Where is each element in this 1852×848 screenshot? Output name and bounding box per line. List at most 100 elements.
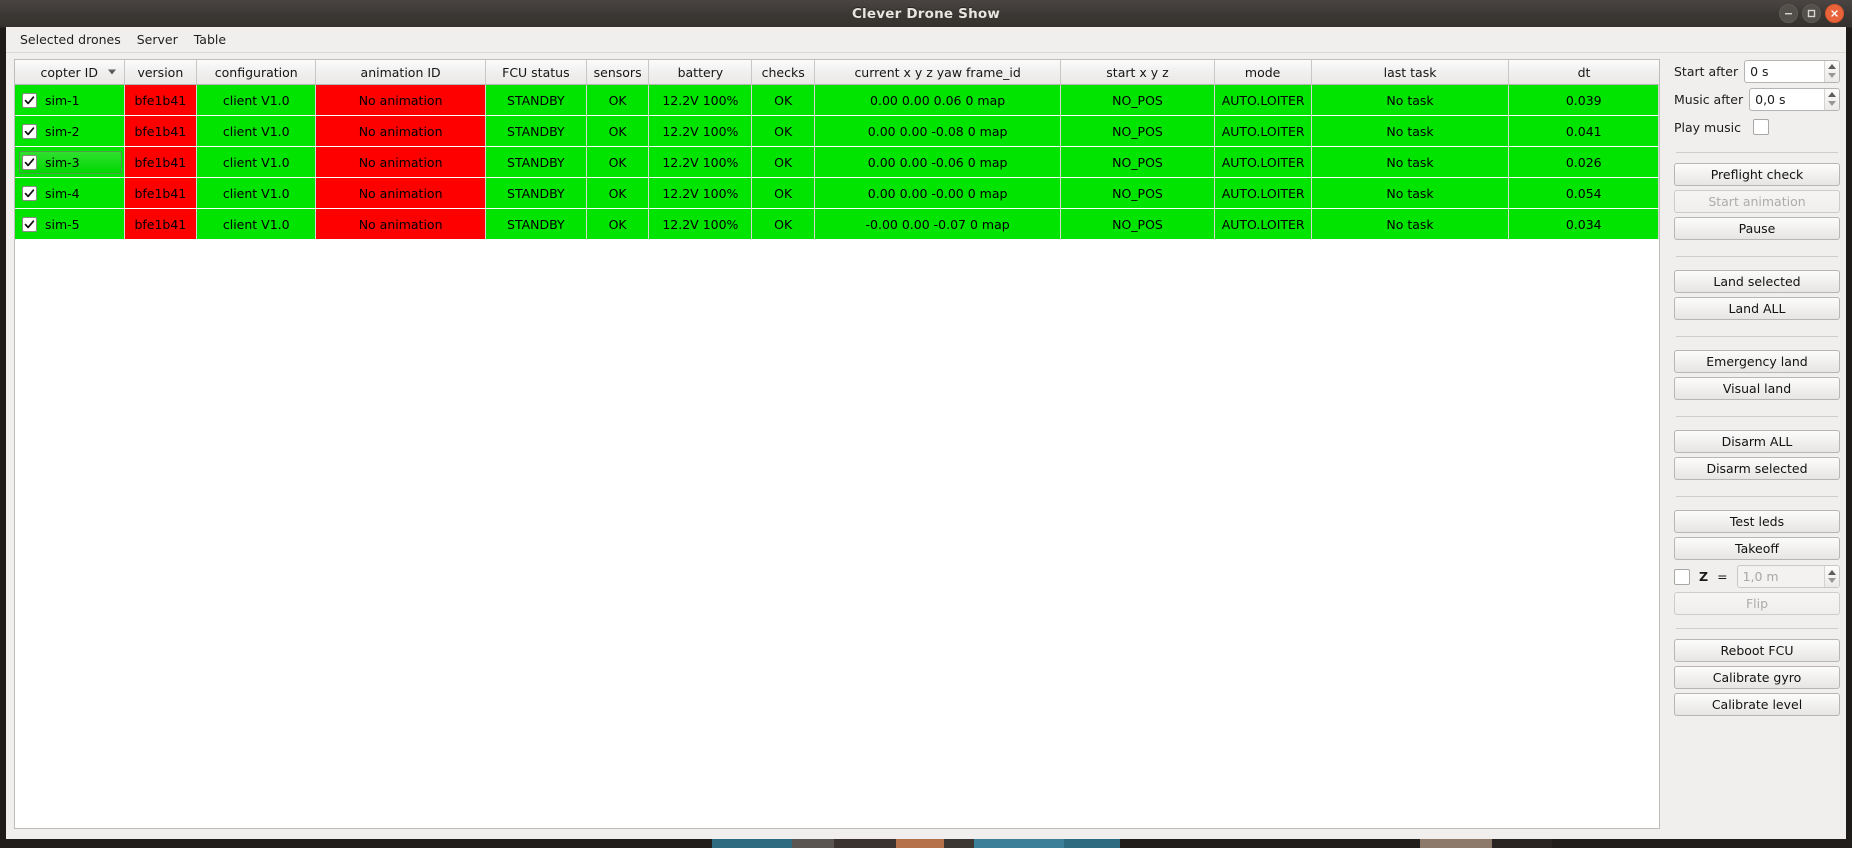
play-music-checkbox[interactable] xyxy=(1753,119,1769,135)
column-header-animation_id[interactable]: animation ID xyxy=(315,60,486,85)
column-header-start[interactable]: start x y z xyxy=(1060,60,1215,85)
cell-start[interactable]: NO_POS xyxy=(1060,115,1215,147)
cell-start[interactable]: NO_POS xyxy=(1060,146,1215,178)
minimize-icon[interactable] xyxy=(1779,4,1798,23)
cell-checks[interactable]: OK xyxy=(751,208,815,240)
column-header-current[interactable]: current x y z yaw frame_id xyxy=(814,60,1062,85)
cell-copter_id[interactable]: sim-3 xyxy=(15,146,125,178)
menu-item-table[interactable]: Table xyxy=(186,29,234,50)
cell-battery[interactable]: 12.2V 100% xyxy=(648,115,753,147)
column-header-configuration[interactable]: configuration xyxy=(196,60,317,85)
cell-current[interactable]: -0.00 0.00 -0.07 0 map xyxy=(814,208,1062,240)
column-header-sensors[interactable]: sensors xyxy=(586,60,650,85)
cell-fcu_status[interactable]: STANDBY xyxy=(485,84,587,116)
cell-animation_id[interactable]: No animation xyxy=(315,146,486,178)
cell-sensors[interactable]: OK xyxy=(586,146,650,178)
disarm-all-button[interactable]: Disarm ALL xyxy=(1674,430,1840,453)
cell-configuration[interactable]: client V1.0 xyxy=(196,208,317,240)
calibrate-gyro-button[interactable]: Calibrate gyro xyxy=(1674,666,1840,689)
cell-copter_id[interactable]: sim-1 xyxy=(15,84,125,116)
cell-last_task[interactable]: No task xyxy=(1311,115,1510,147)
table-row[interactable]: sim-5 bfe1b41 client V1.0 No animation STAND… xyxy=(15,208,1659,240)
cell-checks[interactable]: OK xyxy=(751,146,815,178)
chevron-down-icon[interactable] xyxy=(1828,578,1836,584)
z-value-stepper[interactable] xyxy=(1824,566,1839,587)
cell-configuration[interactable]: client V1.0 xyxy=(196,177,317,209)
cell-mode[interactable]: AUTO.LOITER xyxy=(1214,115,1312,147)
table-row[interactable]: sim-1 bfe1b41 client V1.0 No animation STAND… xyxy=(15,84,1659,116)
start-after-spinbox[interactable]: 0 s xyxy=(1744,59,1840,83)
cell-last_task[interactable]: No task xyxy=(1311,177,1510,209)
cell-sensors[interactable]: OK xyxy=(586,208,650,240)
cell-last_task[interactable]: No task xyxy=(1311,146,1510,178)
column-header-fcu_status[interactable]: FCU status xyxy=(485,60,587,85)
row-select-checkbox[interactable] xyxy=(22,154,37,170)
cell-battery[interactable]: 12.2V 100% xyxy=(648,146,753,178)
column-header-checks[interactable]: checks xyxy=(751,60,815,85)
flip-button[interactable]: Flip xyxy=(1674,592,1840,615)
cell-sensors[interactable]: OK xyxy=(586,84,650,116)
cell-battery[interactable]: 12.2V 100% xyxy=(648,208,753,240)
cell-dt[interactable]: 0.039 xyxy=(1508,84,1659,116)
maximize-icon[interactable] xyxy=(1802,4,1821,23)
cell-battery[interactable]: 12.2V 100% xyxy=(648,177,753,209)
cell-mode[interactable]: AUTO.LOITER xyxy=(1214,84,1312,116)
test-leds-button[interactable]: Test leds xyxy=(1674,510,1840,533)
cell-last_task[interactable]: No task xyxy=(1311,208,1510,240)
cell-version[interactable]: bfe1b41 xyxy=(124,84,198,116)
cell-fcu_status[interactable]: STANDBY xyxy=(485,115,587,147)
cell-current[interactable]: 0.00 0.00 -0.06 0 map xyxy=(814,146,1062,178)
close-icon[interactable] xyxy=(1825,4,1844,23)
title-bar[interactable]: Clever Drone Show xyxy=(0,0,1852,28)
visual-land-button[interactable]: Visual land xyxy=(1674,377,1840,400)
column-header-mode[interactable]: mode xyxy=(1214,60,1312,85)
cell-fcu_status[interactable]: STANDBY xyxy=(485,208,587,240)
calibrate-level-button[interactable]: Calibrate level xyxy=(1674,693,1840,716)
start-after-stepper[interactable] xyxy=(1824,60,1839,82)
preflight-check-button[interactable]: Preflight check xyxy=(1674,163,1840,186)
menu-item-selected-drones[interactable]: Selected drones xyxy=(12,29,129,50)
cell-checks[interactable]: OK xyxy=(751,84,815,116)
cell-animation_id[interactable]: No animation xyxy=(315,208,486,240)
cell-version[interactable]: bfe1b41 xyxy=(124,115,198,147)
pause-button[interactable]: Pause xyxy=(1674,217,1840,240)
cell-animation_id[interactable]: No animation xyxy=(315,84,486,116)
cell-version[interactable]: bfe1b41 xyxy=(124,208,198,240)
cell-copter_id[interactable]: sim-2 xyxy=(15,115,125,147)
table-row[interactable]: sim-2 bfe1b41 client V1.0 No animation STAND… xyxy=(15,115,1659,147)
cell-checks[interactable]: OK xyxy=(751,115,815,147)
cell-dt[interactable]: 0.041 xyxy=(1508,115,1659,147)
cell-configuration[interactable]: client V1.0 xyxy=(196,115,317,147)
start-animation-button[interactable]: Start animation xyxy=(1674,190,1840,213)
cell-copter_id[interactable]: sim-5 xyxy=(15,208,125,240)
cell-animation_id[interactable]: No animation xyxy=(315,115,486,147)
cell-sensors[interactable]: OK xyxy=(586,177,650,209)
cell-sensors[interactable]: OK xyxy=(586,115,650,147)
cell-version[interactable]: bfe1b41 xyxy=(124,177,198,209)
takeoff-button[interactable]: Takeoff xyxy=(1674,537,1840,560)
emergency-land-button[interactable]: Emergency land xyxy=(1674,350,1840,373)
z-enable-checkbox[interactable] xyxy=(1674,568,1690,585)
cell-copter_id[interactable]: sim-4 xyxy=(15,177,125,209)
cell-animation_id[interactable]: No animation xyxy=(315,177,486,209)
cell-dt[interactable]: 0.026 xyxy=(1508,146,1659,178)
column-header-copter_id[interactable]: copter ID xyxy=(15,60,125,85)
cell-mode[interactable]: AUTO.LOITER xyxy=(1214,208,1312,240)
cell-dt[interactable]: 0.034 xyxy=(1508,208,1659,240)
row-select-checkbox[interactable] xyxy=(22,92,37,108)
cell-configuration[interactable]: client V1.0 xyxy=(196,146,317,178)
reboot-fcu-button[interactable]: Reboot FCU xyxy=(1674,639,1840,662)
cell-current[interactable]: 0.00 0.00 -0.08 0 map xyxy=(814,115,1062,147)
cell-version[interactable]: bfe1b41 xyxy=(124,146,198,178)
disarm-selected-button[interactable]: Disarm selected xyxy=(1674,457,1840,480)
cell-start[interactable]: NO_POS xyxy=(1060,84,1215,116)
table-row[interactable]: sim-4 bfe1b41 client V1.0 No animation STAND… xyxy=(15,177,1659,209)
row-select-checkbox[interactable] xyxy=(22,216,37,232)
column-header-version[interactable]: version xyxy=(124,60,198,85)
cell-dt[interactable]: 0.054 xyxy=(1508,177,1659,209)
cell-current[interactable]: 0.00 0.00 -0.00 0 map xyxy=(814,177,1062,209)
cell-current[interactable]: 0.00 0.00 0.06 0 map xyxy=(814,84,1062,116)
menu-item-server[interactable]: Server xyxy=(129,29,186,50)
cell-battery[interactable]: 12.2V 100% xyxy=(648,84,753,116)
chevron-down-icon[interactable] xyxy=(1828,100,1836,106)
